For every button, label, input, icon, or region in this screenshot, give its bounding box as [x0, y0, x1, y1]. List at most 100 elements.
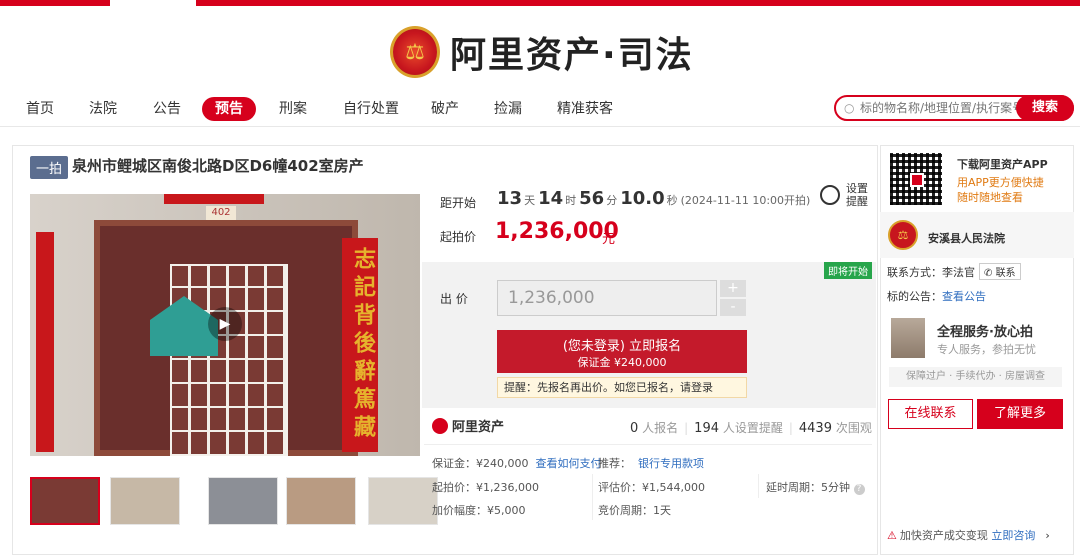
starting-price-label: 起拍价	[440, 230, 477, 244]
register-button-label: (您未登录) 立即报名	[562, 339, 682, 354]
online-contact-button[interactable]: 在线联系	[888, 399, 973, 429]
search-button[interactable]: 搜索	[1016, 95, 1074, 121]
countdown-hours: 14	[538, 188, 564, 209]
accelerate-icon: ⚠	[887, 529, 897, 542]
coming-soon-badge: 即将开始	[824, 262, 872, 279]
service-subtitle: 专人服务，参拍无忧	[937, 343, 1036, 356]
countdown-label: 距开始	[440, 196, 477, 210]
contact-info: 联系方式：李法官 ✆ 联系	[887, 263, 1021, 280]
nav-court[interactable]: 法院	[89, 97, 117, 121]
auction-period-info: 竞价周期：1天	[598, 504, 671, 517]
bid-amount-input[interactable]: 1,236,000	[497, 280, 717, 316]
notice-label: 标的公告：	[887, 290, 942, 303]
platform-logo-text: 阿里资产	[452, 420, 505, 435]
app-sub-line2: 随时随地查看	[957, 191, 1023, 204]
deposit-info: 保证金：¥240,000 查看如何支付	[432, 455, 602, 471]
appraisal-info: 评估价：¥1,544,000	[598, 481, 705, 494]
accelerate-text: 加快资产成交变现	[899, 529, 988, 542]
learn-more-button[interactable]: 了解更多	[977, 399, 1063, 429]
court-name[interactable]: 安溪县人民法院	[928, 230, 1005, 246]
main-photo[interactable]: 402 志記背後辭篤藏 ▶	[30, 194, 420, 456]
starting-price-unit: 元	[602, 232, 616, 247]
contact-button[interactable]: ✆ 联系	[979, 263, 1021, 280]
increment-info: 加价幅度：¥5,000	[432, 504, 526, 517]
play-icon[interactable]: ▶	[208, 307, 242, 341]
building-icon	[891, 318, 925, 358]
view-notice-link[interactable]: 查看公告	[942, 290, 986, 303]
starting-price-value: 1,236,000	[495, 219, 619, 244]
court-emblem-icon: ⚖	[888, 220, 918, 250]
consult-now-link[interactable]: 立即咨询	[991, 529, 1035, 542]
thumbnail[interactable]	[286, 477, 356, 525]
info-col-divider	[592, 474, 593, 520]
download-app-title[interactable]: 下载阿里资产APP	[957, 156, 1048, 172]
countdown-seconds: 10.0	[620, 188, 665, 209]
thumbnail[interactable]	[368, 477, 438, 525]
thumbnail[interactable]	[110, 477, 180, 525]
bank-funds-link[interactable]: 银行专用款项	[638, 457, 704, 470]
info-col-divider	[758, 474, 759, 498]
chevron-right-icon: ›	[1045, 529, 1050, 542]
signup-count: 0	[630, 421, 639, 436]
countdown-timer: 13 天 14 时 56 分 10.0 秒 (2024-11-11 10:00开拍)	[497, 188, 810, 209]
photo-grille	[170, 264, 288, 456]
download-app-subtitle: 用APP更方便快捷 随时随地查看	[957, 175, 1067, 205]
search-icon: ○	[844, 101, 855, 115]
qr-logo-icon	[910, 173, 924, 187]
register-deposit-label: 保证金 ¥240,000	[577, 356, 667, 369]
recommend-info: 推荐： 银行专用款项	[598, 455, 704, 471]
accelerate-sale-bar[interactable]: ⚠ 加快资产成交变现 立即咨询 ›	[887, 527, 1050, 543]
top-accent-bar-right	[196, 0, 1080, 6]
contact-button-label: 联系	[995, 268, 1016, 279]
countdown-days-unit: 天	[524, 194, 536, 207]
service-tags: 保障过户 · 手续代办 · 房屋调查	[889, 367, 1062, 387]
nav-precise-leads[interactable]: 精准获客	[557, 97, 613, 121]
delay-text: 延时周期：5分钟	[766, 481, 850, 494]
nav-bankruptcy[interactable]: 破产	[431, 97, 459, 121]
bid-label: 出 价	[440, 292, 468, 306]
register-button[interactable]: (您未登录) 立即报名 保证金 ¥240,000	[497, 330, 747, 373]
countdown-hours-unit: 时	[565, 194, 577, 207]
nav-notice[interactable]: 公告	[153, 97, 181, 121]
nav-self-disposal[interactable]: 自行处置	[343, 97, 399, 121]
nav-home[interactable]: 首页	[26, 97, 54, 121]
view-count-label: 次围观	[835, 421, 872, 435]
thumbnail[interactable]	[208, 477, 278, 525]
ali-asset-icon	[432, 418, 448, 434]
start-price-info: 起拍价：¥1,236,000	[432, 481, 539, 494]
bid-decrease-button[interactable]: -	[720, 299, 746, 316]
nav-criminal[interactable]: 刑案	[279, 97, 307, 121]
reminder-count-label: 人设置提醒	[722, 421, 783, 435]
countdown-minutes: 56	[579, 188, 605, 209]
thumbnail[interactable]	[30, 477, 100, 525]
deposit-text: 保证金：¥240,000	[432, 457, 529, 470]
nav-bargain[interactable]: 捡漏	[494, 97, 522, 121]
service-title: 全程服务·放心拍	[937, 325, 1033, 340]
platform-logo: 阿里资产	[432, 416, 504, 435]
nav-preview[interactable]: 预告	[202, 97, 256, 121]
alarm-clock-icon	[820, 185, 840, 205]
help-icon[interactable]: ?	[853, 484, 865, 495]
photo-couplet-left	[36, 232, 54, 452]
search-input[interactable]	[860, 97, 1020, 119]
countdown-days: 13	[497, 188, 523, 209]
search-box: ○ 搜索	[834, 95, 1074, 121]
countdown-seconds-unit: 秒	[666, 194, 678, 207]
how-to-pay-link[interactable]: 查看如何支付	[536, 457, 602, 470]
countdown-minutes-unit: 分	[606, 194, 618, 207]
bid-increase-button[interactable]: +	[720, 280, 746, 297]
auction-stats: 0 人报名 | 194 人设置提醒 | 4439 次围观	[630, 421, 872, 436]
court-emblem-icon: ⚖	[390, 26, 440, 78]
photo-couplet-right: 志記背後辭篤藏	[342, 238, 378, 452]
set-reminder-label: 设置提醒	[846, 182, 868, 208]
recommend-label: 推荐：	[598, 457, 631, 470]
app-sub-line1: 用APP更方便快捷	[957, 176, 1044, 189]
brand-logo[interactable]: ⚖ 阿里资产·司法	[390, 24, 694, 80]
delay-info: 延时周期：5分钟 ?	[766, 479, 865, 495]
top-accent-bar-left	[0, 0, 110, 6]
view-count: 4439	[798, 421, 832, 436]
contact-label: 联系方式：李法官	[887, 266, 975, 279]
app-qr-code	[888, 151, 944, 207]
auction-round-tag: 一拍	[30, 156, 69, 179]
login-reminder-tip[interactable]: 提醒：先报名再出价。如您已报名，请登录	[497, 377, 747, 398]
